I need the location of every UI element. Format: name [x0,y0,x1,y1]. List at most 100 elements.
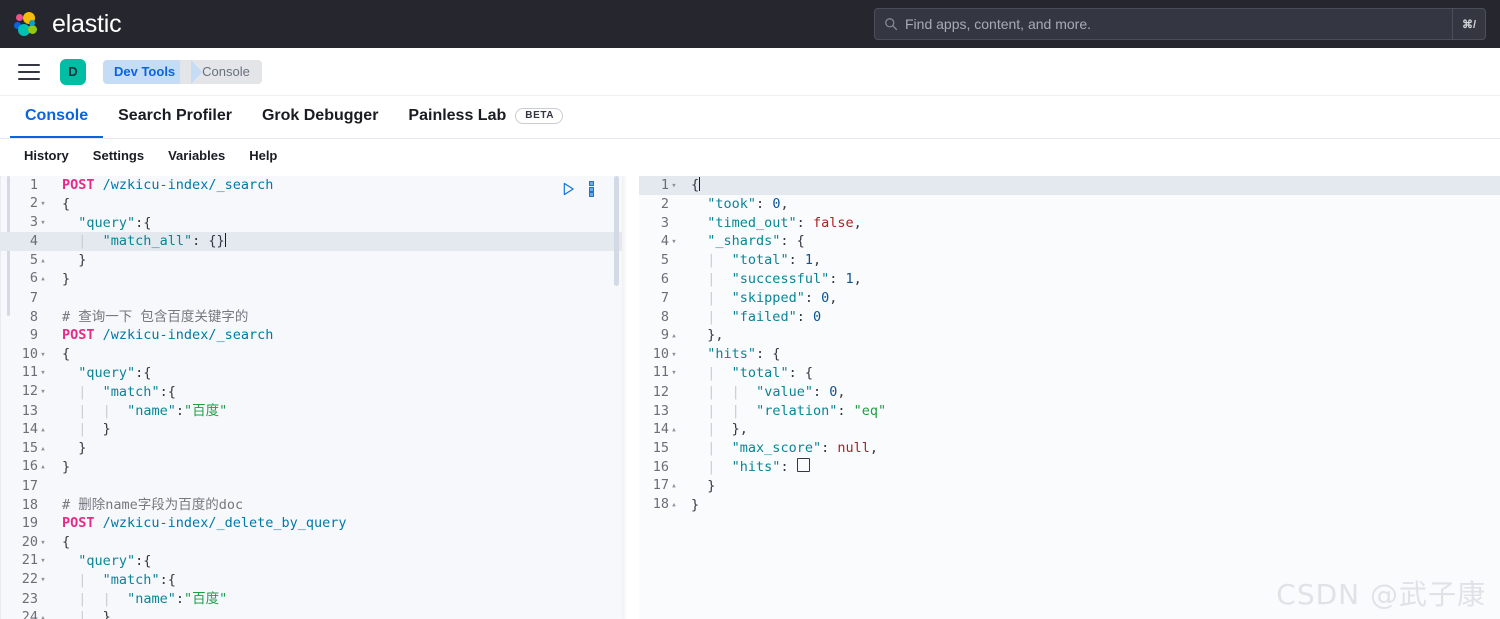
code-line[interactable]: 14▴ | }, [639,420,1500,439]
code-fold-icon[interactable]: ▾ [669,233,679,252]
code-line[interactable]: 16 | "hits": [639,458,1500,477]
submenu-settings[interactable]: Settings [81,148,156,163]
code-fold-icon[interactable]: ▾ [38,571,48,590]
code-line[interactable]: 6▴} [0,270,622,289]
code-fold-icon[interactable]: ▴ [38,609,48,619]
code-line[interactable]: 8 | "failed": 0 [639,308,1500,327]
request-editor-pane[interactable]: 1POST /wzkicu-index/_search2▾{3▾ "query"… [0,176,622,619]
request-options-icon[interactable] [585,181,597,197]
code-line-content: POST /wzkicu-index/_search [52,326,622,345]
code-fold-icon[interactable]: ▾ [669,177,679,196]
response-pane[interactable]: 1▾{2 "took": 0,3 "timed_out": false,4▾ "… [639,176,1500,619]
tab-search-profiler-label: Search Profiler [118,107,232,125]
code-token: : {} [192,233,225,249]
code-line[interactable]: 9POST /wzkicu-index/_search [0,326,622,345]
play-request-icon[interactable] [562,182,575,196]
code-line[interactable]: 17▴ } [639,477,1500,496]
collapsed-array-icon[interactable] [797,458,810,472]
code-fold-icon[interactable]: ▾ [38,552,48,571]
code-fold-icon[interactable]: ▴ [38,270,48,289]
code-fold-icon[interactable]: ▾ [38,214,48,233]
code-line[interactable]: 10▾ "hits": { [639,345,1500,364]
tab-search-profiler[interactable]: Search Profiler [103,96,247,138]
code-line[interactable]: 20▾{ [0,533,622,552]
submenu-history[interactable]: History [12,148,81,163]
code-line[interactable]: 23 | | "name":"百度" [0,590,622,609]
code-fold-icon[interactable]: ▴ [669,477,679,496]
submenu-variables[interactable]: Variables [156,148,237,163]
code-fold-icon[interactable]: ▾ [669,364,679,383]
code-fold-icon[interactable]: ▴ [669,421,679,440]
code-line[interactable]: 2 "took": 0, [639,195,1500,214]
code-token [62,403,78,419]
code-line[interactable]: 10▾{ [0,345,622,364]
code-line[interactable]: 16▴} [0,458,622,477]
code-line[interactable]: 7 [0,289,622,308]
code-line[interactable]: 17 [0,477,622,496]
breadcrumb-item-dev-tools[interactable]: Dev Tools [103,60,191,84]
code-line[interactable]: 13 | | "name":"百度" [0,402,622,421]
code-fold-icon[interactable]: ▴ [38,440,48,459]
tab-painless-lab[interactable]: Painless Lab BETA [393,96,578,138]
global-search[interactable]: Find apps, content, and more. ⌘/ [874,8,1486,40]
code-line[interactable]: 18# 删除name字段为百度的doc [0,496,622,515]
code-line[interactable]: 19POST /wzkicu-index/_delete_by_query [0,514,622,533]
code-line[interactable]: 8# 查询一下 包含百度关键字的 [0,308,622,327]
code-line[interactable]: 11▾ | "total": { [639,364,1500,383]
request-editor[interactable]: 1POST /wzkicu-index/_search2▾{3▾ "query"… [0,176,622,619]
code-line[interactable]: 5 | "total": 1, [639,251,1500,270]
code-line[interactable]: 4▾ "_shards": { [639,232,1500,251]
code-line[interactable]: 3▾ "query":{ [0,214,622,233]
code-line[interactable]: 1▾{ [639,176,1500,195]
code-line[interactable]: 3 "timed_out": false, [639,214,1500,233]
request-scroll-thumb[interactable] [614,176,619,286]
code-line[interactable]: 15 | "max_score": null, [639,439,1500,458]
code-fold-icon[interactable]: ▴ [38,252,48,271]
pane-resizer[interactable] [622,176,639,619]
code-line[interactable]: 6 | "successful": 1, [639,270,1500,289]
code-line[interactable]: 15▴ } [0,439,622,458]
code-line[interactable]: 13 | | "relation": "eq" [639,402,1500,421]
code-fold-icon[interactable]: ▾ [38,346,48,365]
code-line[interactable]: 22▾ | "match":{ [0,571,622,590]
global-search-input[interactable]: Find apps, content, and more. [905,16,1452,32]
code-fold-icon[interactable]: ▾ [38,195,48,214]
code-line[interactable]: 14▴ | } [0,420,622,439]
line-number: 13 [639,402,683,421]
code-line[interactable]: 9▴ }, [639,326,1500,345]
submenu-help[interactable]: Help [237,148,289,163]
code-line[interactable]: 5▴ } [0,251,622,270]
code-line[interactable]: 11▾ "query":{ [0,364,622,383]
tab-console[interactable]: Console [10,96,103,138]
code-line[interactable]: 12▾ | "match":{ [0,383,622,402]
code-line[interactable]: 21▾ "query":{ [0,552,622,571]
line-number: 15▴ [0,439,52,459]
line-number: 18▴ [639,495,683,515]
code-fold-icon[interactable]: ▾ [38,383,48,402]
code-token: : [176,591,184,607]
code-line[interactable]: 24▴ | } [0,608,622,619]
code-token: "skipped" [732,290,805,306]
global-search-box[interactable]: Find apps, content, and more. ⌘/ [874,8,1486,40]
line-number: 17 [0,477,52,496]
hamburger-menu-icon[interactable] [18,64,40,80]
code-fold-icon[interactable]: ▴ [38,458,48,477]
code-token: | [732,384,740,400]
avatar[interactable]: D [60,59,86,85]
code-line[interactable]: 12 | | "value": 0, [639,383,1500,402]
code-token: /wzkicu-index/_search [103,327,274,343]
tab-grok-debugger[interactable]: Grok Debugger [247,96,393,138]
code-line[interactable]: 7 | "skipped": 0, [639,289,1500,308]
code-fold-icon[interactable]: ▴ [669,327,679,346]
code-line[interactable]: 4 | "match_all": {} [0,232,622,251]
code-fold-icon[interactable]: ▴ [38,421,48,440]
code-token [740,403,756,419]
code-fold-icon[interactable]: ▾ [38,534,48,553]
elastic-brand[interactable]: elastic [14,10,121,39]
code-fold-icon[interactable]: ▴ [669,496,679,515]
code-line[interactable]: 18▴} [639,496,1500,515]
code-line[interactable]: 2▾{ [0,195,622,214]
code-line[interactable]: 1POST /wzkicu-index/_search [0,176,622,195]
code-fold-icon[interactable]: ▾ [38,364,48,383]
code-fold-icon[interactable]: ▾ [669,346,679,365]
